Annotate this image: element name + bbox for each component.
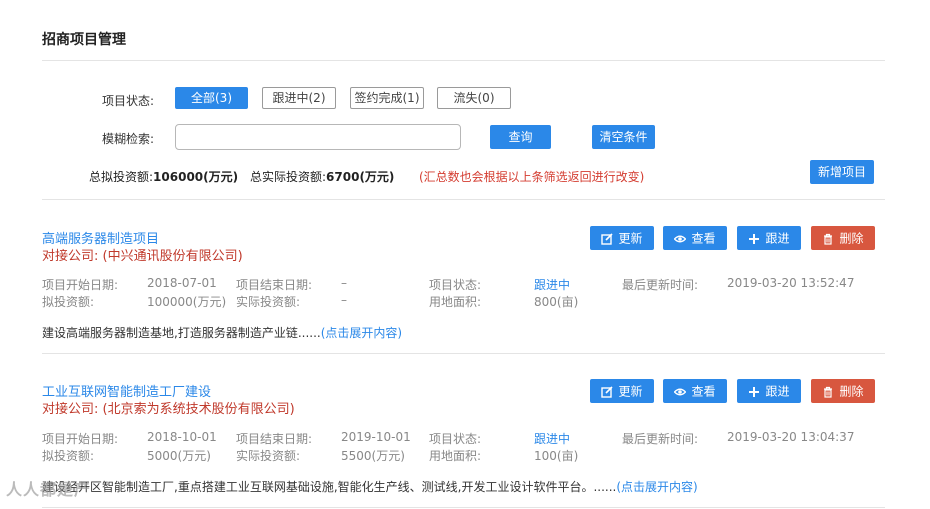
status-label: 项目状态:: [429, 432, 482, 446]
status-value: 跟进中: [534, 278, 571, 292]
trash-icon: [822, 386, 834, 398]
update-label: 更新: [618, 231, 643, 246]
status-filter-lost[interactable]: 流失(0): [437, 87, 511, 109]
actual-investment-label: 实际投资额:: [236, 449, 301, 463]
update-button[interactable]: 更新: [590, 226, 654, 250]
delete-label: 删除: [839, 384, 864, 399]
status-label: 项目状态:: [429, 278, 482, 292]
land-area-value: 100(亩): [534, 449, 579, 463]
edit-icon: [601, 385, 614, 398]
filter-divider: [42, 199, 885, 200]
search-label: 模糊检索:: [102, 132, 155, 146]
start-date-value: 2018-10-01: [147, 430, 217, 444]
trash-icon: [822, 233, 834, 245]
actual-investment-value: 5500(万元): [341, 449, 405, 463]
status-filter-following[interactable]: 跟进中(2): [262, 87, 336, 109]
land-area-label: 用地面积:: [429, 295, 482, 309]
planned-investment-value: 5000(万元): [147, 449, 211, 463]
project-divider: [42, 507, 885, 508]
actual-investment-label: 实际投资额:: [236, 295, 301, 309]
project-description: 建设经开区智能制造工厂,重点搭建工业互联网基础设施,智能化生产线、测试线,开发工…: [42, 478, 698, 495]
add-project-button[interactable]: 新增项目: [810, 160, 874, 184]
follow-button[interactable]: 跟进: [737, 379, 801, 403]
actual-total: 总实际投资额:6700(万元): [250, 168, 394, 185]
view-label: 查看: [691, 231, 716, 246]
planned-total-label: 总拟投资额:: [89, 170, 154, 184]
status-filter-label: 项目状态:: [102, 94, 155, 108]
project-divider: [42, 353, 885, 354]
follow-label: 跟进: [765, 384, 790, 399]
clear-filters-button[interactable]: 清空条件: [592, 125, 655, 149]
watermark: 人人都是产: [6, 480, 92, 499]
project-company: 对接公司: (中兴通讯股份有限公司): [42, 249, 243, 264]
end-date-label: 项目结束日期:: [236, 278, 313, 292]
actual-total-label: 总实际投资额:: [250, 170, 327, 184]
land-area-label: 用地面积:: [429, 449, 482, 463]
eye-icon: [674, 233, 687, 245]
status-filter-signed[interactable]: 签约完成(1): [350, 87, 424, 109]
description-text: 建设经开区智能制造工厂,重点搭建工业互联网基础设施,智能化生产线、测试线,开发工…: [42, 480, 617, 494]
planned-investment-label: 拟投资额:: [42, 295, 95, 309]
start-date-value: 2018-07-01: [147, 276, 217, 290]
status-filter-all[interactable]: 全部(3): [175, 87, 248, 109]
actual-investment-value: –: [341, 293, 347, 307]
description-text: 建设高端服务器制造基地,打造服务器制造产业链......: [42, 326, 321, 340]
follow-button[interactable]: 跟进: [737, 226, 801, 250]
last-update-value: 2019-03-20 13:52:47: [727, 276, 855, 290]
planned-total: 总拟投资额:106000(万元): [89, 168, 238, 185]
start-date-label: 项目开始日期:: [42, 432, 119, 446]
page-title: 招商项目管理: [42, 32, 126, 48]
delete-button[interactable]: 删除: [811, 226, 875, 250]
header-divider: [42, 60, 885, 61]
plus-icon: [748, 233, 760, 245]
plus-icon: [748, 386, 760, 398]
last-update-label: 最后更新时间:: [622, 278, 699, 292]
search-button[interactable]: 查询: [490, 125, 551, 149]
expand-link[interactable]: (点击展开内容): [321, 326, 402, 340]
search-input[interactable]: [175, 124, 461, 150]
actual-total-value: 6700(万元): [326, 170, 395, 184]
planned-total-value: 106000(万元): [153, 170, 239, 184]
status-value: 跟进中: [534, 432, 571, 446]
view-label: 查看: [691, 384, 716, 399]
land-area-value: 800(亩): [534, 295, 579, 309]
last-update-value: 2019-03-20 13:04:37: [727, 430, 855, 444]
view-button[interactable]: 查看: [663, 226, 727, 250]
update-button[interactable]: 更新: [590, 379, 654, 403]
expand-link[interactable]: (点击展开内容): [616, 480, 697, 494]
update-label: 更新: [618, 384, 643, 399]
summary-note: (汇总数也会根据以上条筛选返回进行改变): [419, 170, 645, 184]
last-update-label: 最后更新时间:: [622, 432, 699, 446]
planned-investment-value: 100000(万元): [147, 295, 227, 309]
delete-label: 删除: [839, 231, 864, 246]
delete-button[interactable]: 删除: [811, 379, 875, 403]
start-date-label: 项目开始日期:: [42, 278, 119, 292]
edit-icon: [601, 232, 614, 245]
view-button[interactable]: 查看: [663, 379, 727, 403]
planned-investment-label: 拟投资额:: [42, 449, 95, 463]
end-date-value: 2019-10-01: [341, 430, 411, 444]
eye-icon: [674, 386, 687, 398]
project-company: 对接公司: (北京索为系统技术股份有限公司): [42, 402, 295, 417]
end-date-label: 项目结束日期:: [236, 432, 313, 446]
follow-label: 跟进: [765, 231, 790, 246]
project-description: 建设高端服务器制造基地,打造服务器制造产业链......(点击展开内容): [42, 324, 402, 341]
end-date-value: –: [341, 276, 347, 290]
